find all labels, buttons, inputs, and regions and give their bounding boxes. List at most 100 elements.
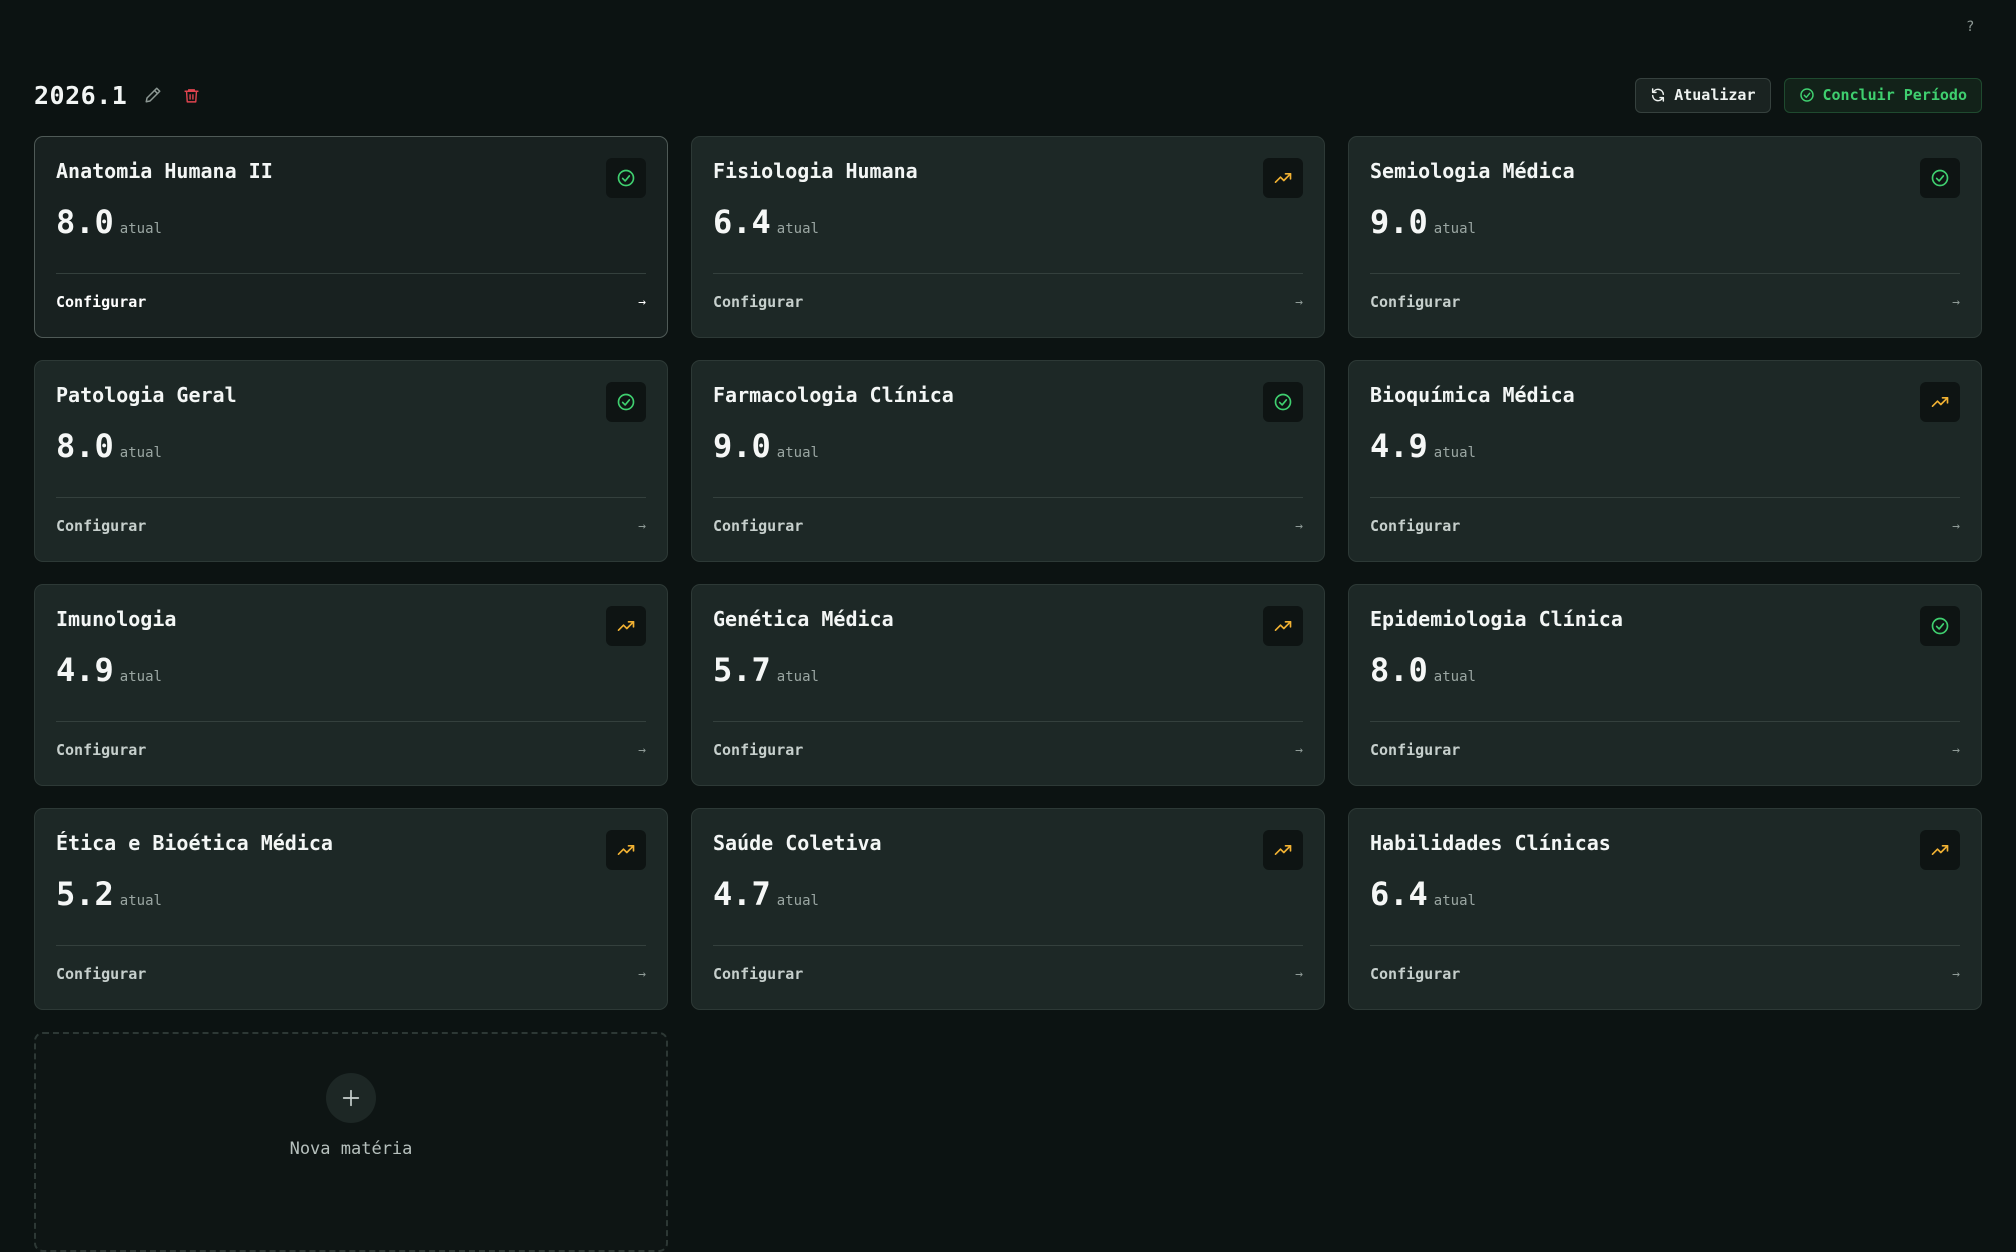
subject-name: Anatomia Humana II — [56, 159, 273, 183]
arrow-right-icon: → — [1295, 518, 1303, 534]
grade-row: 5.7 atual — [713, 651, 1303, 689]
grade-unit-label: atual — [119, 893, 162, 909]
arrow-right-icon: → — [1952, 518, 1960, 534]
configure-label: Configurar — [713, 965, 804, 983]
configure-link[interactable]: Configurar → — [1370, 965, 1960, 983]
subject-card[interactable]: Patologia Geral 8.0 atual Configurar → — [34, 360, 668, 562]
subject-name: Epidemiologia Clínica — [1370, 607, 1623, 631]
subject-card[interactable]: Saúde Coletiva 4.7 atual Configurar → — [691, 808, 1325, 1010]
trending-up-icon — [1920, 830, 1960, 870]
subject-name: Imunologia — [56, 607, 177, 631]
configure-label: Configurar — [713, 741, 804, 759]
card-divider — [56, 273, 646, 274]
grade-row: 4.9 atual — [1370, 427, 1960, 465]
trash-icon[interactable] — [179, 83, 203, 107]
grade-row: 5.2 atual — [56, 875, 646, 913]
card-divider — [713, 273, 1303, 274]
trending-up-icon — [1263, 606, 1303, 646]
card-divider — [56, 497, 646, 498]
current-grade: 8.0 — [1370, 651, 1428, 689]
conclude-period-label: Concluir Período — [1822, 86, 1968, 104]
grade-unit-label: atual — [1433, 893, 1476, 909]
edit-pencil-icon[interactable] — [141, 83, 165, 107]
plus-icon — [326, 1073, 376, 1123]
new-subject-label: Nova matéria — [289, 1139, 413, 1159]
configure-link[interactable]: Configurar → — [713, 741, 1303, 759]
subject-name: Ética e Bioética Médica — [56, 831, 333, 855]
card-divider — [713, 721, 1303, 722]
configure-label: Configurar — [56, 741, 147, 759]
grade-unit-label: atual — [1433, 221, 1476, 237]
configure-link[interactable]: Configurar → — [713, 517, 1303, 535]
subject-name: Saúde Coletiva — [713, 831, 882, 855]
subject-card[interactable]: Epidemiologia Clínica 8.0 atual Configurar → — [1348, 584, 1982, 786]
card-divider — [713, 945, 1303, 946]
card-divider — [56, 945, 646, 946]
grade-unit-label: atual — [119, 669, 162, 685]
subject-card[interactable]: Imunologia 4.9 atual Configurar → — [34, 584, 668, 786]
subject-card[interactable]: Anatomia Humana II 8.0 atual Configurar → — [34, 136, 668, 338]
subject-card[interactable]: Farmacologia Clínica 9.0 atual Configurar → — [691, 360, 1325, 562]
configure-label: Configurar — [56, 965, 147, 983]
grade-row: 4.7 atual — [713, 875, 1303, 913]
check-circle-icon — [1263, 382, 1303, 422]
refresh-label: Atualizar — [1674, 86, 1756, 104]
current-grade: 6.4 — [713, 203, 771, 241]
check-circle-icon — [1920, 158, 1960, 198]
subject-card[interactable]: Semiologia Médica 9.0 atual Configurar → — [1348, 136, 1982, 338]
grade-unit-label: atual — [776, 669, 819, 685]
subject-name: Semiologia Médica — [1370, 159, 1575, 183]
configure-link[interactable]: Configurar → — [1370, 517, 1960, 535]
configure-link[interactable]: Configurar → — [56, 741, 646, 759]
current-grade: 5.7 — [713, 651, 771, 689]
arrow-right-icon: → — [638, 742, 646, 758]
configure-link[interactable]: Configurar → — [56, 293, 646, 311]
trending-up-icon — [606, 606, 646, 646]
card-divider — [1370, 273, 1960, 274]
configure-label: Configurar — [56, 293, 147, 311]
current-grade: 8.0 — [56, 427, 114, 465]
trending-up-icon — [606, 830, 646, 870]
current-grade: 9.0 — [1370, 203, 1428, 241]
subject-name: Patologia Geral — [56, 383, 237, 407]
configure-label: Configurar — [713, 293, 804, 311]
configure-label: Configurar — [713, 517, 804, 535]
configure-link[interactable]: Configurar → — [56, 965, 646, 983]
subject-card[interactable]: Habilidades Clínicas 6.4 atual Configurar → — [1348, 808, 1982, 1010]
card-divider — [1370, 945, 1960, 946]
arrow-right-icon: → — [1952, 966, 1960, 982]
period-title-group: 2026.1 — [34, 81, 203, 110]
current-grade: 4.7 — [713, 875, 771, 913]
grade-row: 8.0 atual — [1370, 651, 1960, 689]
subject-name: Farmacologia Clínica — [713, 383, 954, 407]
subject-card[interactable]: Fisiologia Humana 6.4 atual Configurar → — [691, 136, 1325, 338]
configure-label: Configurar — [1370, 965, 1461, 983]
grade-unit-label: atual — [119, 445, 162, 461]
new-subject-card[interactable]: Nova matéria — [34, 1032, 668, 1252]
card-divider — [1370, 497, 1960, 498]
configure-link[interactable]: Configurar → — [1370, 293, 1960, 311]
subjects-grid: Anatomia Humana II 8.0 atual Configurar → Fis… — [34, 136, 1982, 1252]
current-grade: 6.4 — [1370, 875, 1428, 913]
arrow-right-icon: → — [1952, 742, 1960, 758]
subject-name: Genética Médica — [713, 607, 894, 631]
configure-link[interactable]: Configurar → — [713, 293, 1303, 311]
check-circle-icon — [606, 382, 646, 422]
grade-unit-label: atual — [776, 221, 819, 237]
configure-link[interactable]: Configurar → — [713, 965, 1303, 983]
configure-link[interactable]: Configurar → — [1370, 741, 1960, 759]
configure-link[interactable]: Configurar → — [56, 517, 646, 535]
current-grade: 8.0 — [56, 203, 114, 241]
configure-label: Configurar — [56, 517, 147, 535]
subject-card[interactable]: Bioquímica Médica 4.9 atual Configurar → — [1348, 360, 1982, 562]
conclude-period-button[interactable]: Concluir Período — [1783, 77, 1982, 113]
help-button[interactable]: ? — [1966, 19, 1974, 35]
configure-label: Configurar — [1370, 293, 1461, 311]
grade-unit-label: atual — [776, 893, 819, 909]
grade-row: 9.0 atual — [713, 427, 1303, 465]
subject-card[interactable]: Genética Médica 5.7 atual Configurar → — [691, 584, 1325, 786]
arrow-right-icon: → — [638, 518, 646, 534]
subject-card[interactable]: Ética e Bioética Médica 5.2 atual Configura… — [34, 808, 668, 1010]
grade-unit-label: atual — [1433, 669, 1476, 685]
refresh-button[interactable]: Atualizar — [1635, 77, 1771, 113]
